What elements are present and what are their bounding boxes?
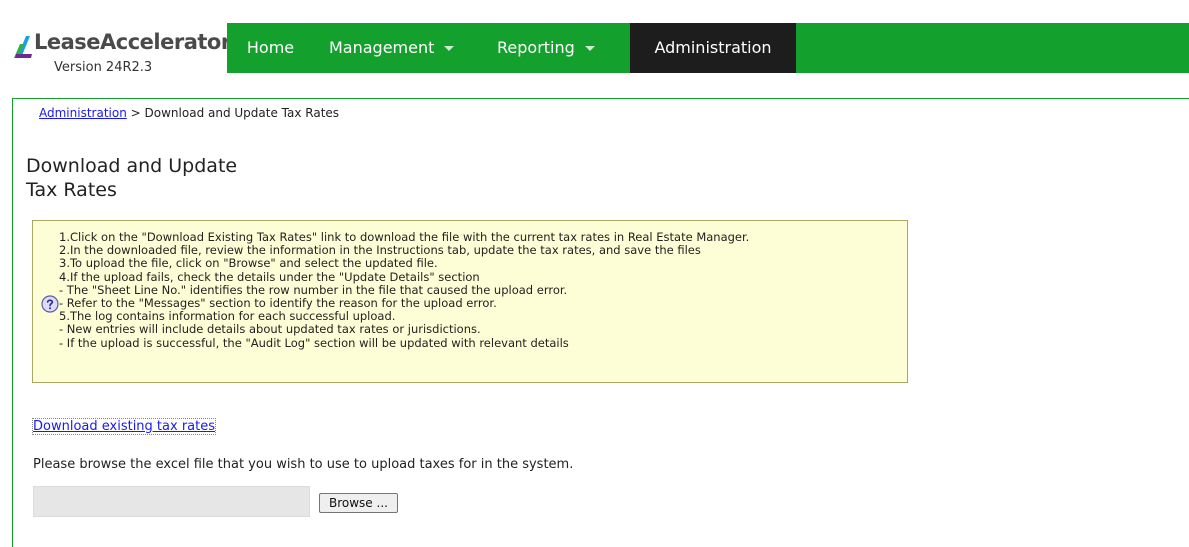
instruction-line: 4.If the upload fails, check the details…: [59, 269, 480, 284]
file-path-field[interactable]: [33, 486, 310, 517]
chevron-down-icon: [584, 46, 595, 51]
main-navbar: Home Management Reporting Administration: [227, 23, 1189, 73]
breadcrumb-separator: >: [130, 106, 141, 120]
page-title: Download and Update Tax Rates: [26, 154, 237, 202]
page-title-line2: Tax Rates: [26, 179, 117, 201]
breadcrumb-administration-link[interactable]: Administration: [39, 106, 127, 120]
logo-text: LeaseAccelerator: [34, 30, 231, 54]
question-icon: [41, 295, 59, 313]
instruction-line: - New entries will include details about…: [59, 322, 481, 337]
logo-mark-icon: [14, 36, 32, 58]
nav-reporting[interactable]: Reporting: [497, 23, 617, 73]
top-header: LeaseAccelerator Version 24R2.3 Home Man…: [0, 0, 1189, 88]
version-label: Version 24R2.3: [54, 60, 153, 75]
content-panel: Administration > Download and Update Tax…: [12, 98, 1189, 547]
nav-administration[interactable]: Administration: [630, 23, 796, 73]
nav-management-label: Management: [329, 38, 435, 57]
browse-button[interactable]: Browse ...: [319, 493, 398, 513]
app-logo[interactable]: LeaseAccelerator Version 24R2.3: [12, 28, 231, 78]
instruction-line: - If the upload is successful, the "Audi…: [59, 335, 569, 350]
chevron-down-icon: [444, 46, 455, 51]
instructions-list: 1.Click on the "Download Existing Tax Ra…: [59, 230, 749, 350]
nav-management[interactable]: Management: [329, 23, 477, 73]
breadcrumb: Administration > Download and Update Tax…: [39, 106, 339, 120]
download-tax-rates-link[interactable]: Download existing tax rates: [32, 418, 216, 435]
nav-home[interactable]: Home: [227, 23, 314, 73]
page-title-line1: Download and Update: [26, 155, 238, 177]
instruction-line: 3.To upload the file, click on "Browse" …: [59, 256, 438, 271]
breadcrumb-current: Download and Update Tax Rates: [144, 106, 340, 120]
instructions-box: 1.Click on the "Download Existing Tax Ra…: [32, 220, 908, 383]
nav-reporting-label: Reporting: [497, 38, 575, 57]
upload-prompt: Please browse the excel file that you wi…: [33, 457, 574, 472]
nav-administration-label: Administration: [654, 38, 772, 57]
nav-home-label: Home: [246, 38, 295, 57]
